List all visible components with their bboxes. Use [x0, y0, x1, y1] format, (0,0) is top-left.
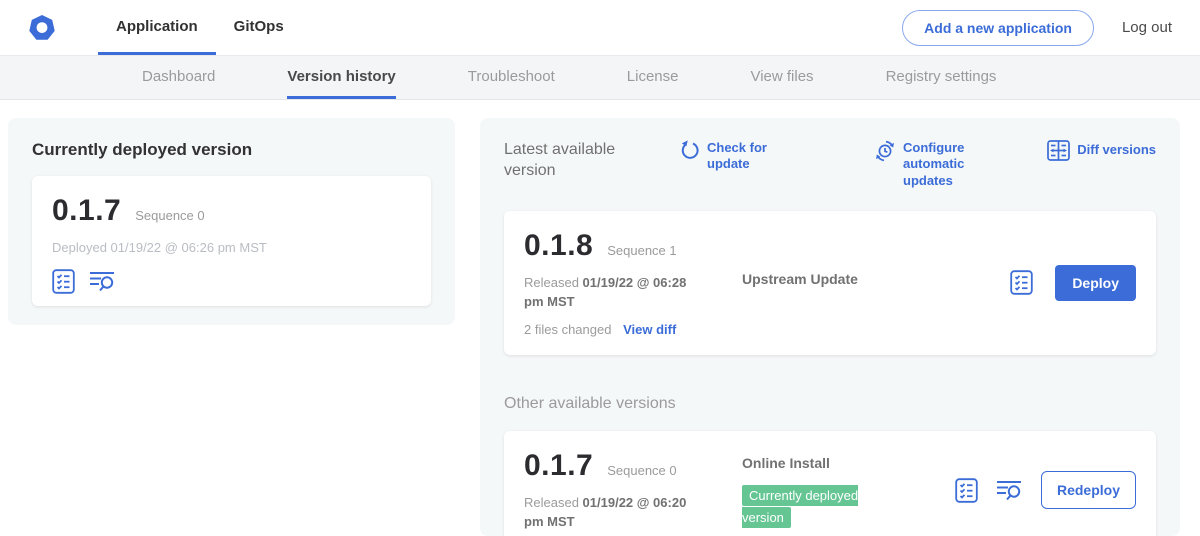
header-tabs: Application GitOps: [98, 0, 302, 55]
released-prefix: Released: [524, 495, 583, 510]
deploy-button[interactable]: Deploy: [1055, 265, 1136, 301]
subnav-item-registry-settings[interactable]: Registry settings: [886, 56, 997, 99]
heptagon-logo-icon: [28, 14, 56, 42]
other-versions-heading: Other available versions: [504, 395, 1156, 413]
preflight-checks-icon[interactable]: [955, 478, 978, 503]
deploy-logs-icon[interactable]: [996, 478, 1023, 502]
currently-deployed-badge-wrap: Currently deployed version: [742, 485, 892, 529]
updates-panel-title: Latest available version: [504, 140, 632, 182]
subnav-item-troubleshoot[interactable]: Troubleshoot: [468, 56, 555, 99]
header-right: Add a new application Log out: [902, 0, 1200, 55]
deployed-timestamp: Deployed 01/19/22 @ 06:26 pm MST: [52, 240, 411, 255]
available-updates-panel: Latest available version Check for updat…: [480, 118, 1180, 536]
released-prefix: Released: [524, 275, 583, 290]
configure-automatic-updates-label: Configure automatic updates: [903, 140, 1008, 189]
subnav-item-version-history[interactable]: Version history: [287, 56, 395, 99]
other-version-card: 0.1.7 Sequence 0 Released 01/19/22 @ 06:…: [504, 431, 1156, 536]
preflight-checks-icon[interactable]: [52, 269, 75, 294]
other-sequence-label: Sequence 0: [607, 463, 676, 478]
tab-gitops[interactable]: GitOps: [216, 0, 302, 55]
deployed-panel-title: Currently deployed version: [32, 140, 431, 160]
deployed-version-card: 0.1.7 Sequence 0 Deployed 01/19/22 @ 06:…: [32, 176, 431, 306]
redeploy-button[interactable]: Redeploy: [1041, 471, 1136, 509]
latest-released-timestamp: Released 01/19/22 @ 06:28 pm MST: [524, 273, 696, 312]
deploy-logs-icon[interactable]: [89, 269, 116, 294]
updates-panel-header: Latest available version Check for updat…: [504, 140, 1156, 189]
latest-sequence-label: Sequence 1: [607, 243, 676, 258]
check-for-update-label: Check for update: [707, 140, 812, 173]
auto-update-clock-icon: [874, 140, 896, 189]
other-released-timestamp: Released 01/19/22 @ 06:20 pm MST: [524, 493, 696, 532]
deployed-version-number: 0.1.7: [52, 194, 121, 228]
configure-automatic-updates-action[interactable]: Configure automatic updates: [874, 140, 1008, 189]
latest-version-number: 0.1.8: [524, 229, 593, 263]
diff-versions-icon: [1047, 140, 1070, 161]
top-header: Application GitOps Add a new application…: [0, 0, 1200, 56]
latest-version-card: 0.1.8 Sequence 1 Released 01/19/22 @ 06:…: [504, 211, 1156, 355]
main-content: Currently deployed version 0.1.7 Sequenc…: [0, 100, 1200, 536]
view-diff-link[interactable]: View diff: [623, 322, 676, 337]
subnav-item-view-files[interactable]: View files: [750, 56, 813, 99]
refresh-icon: [680, 140, 700, 173]
preflight-checks-icon[interactable]: [1010, 270, 1033, 295]
diff-versions-label: Diff versions: [1077, 142, 1156, 158]
app-logo[interactable]: [28, 0, 56, 55]
check-for-update-action[interactable]: Check for update: [680, 140, 812, 173]
tab-gitops-label: GitOps: [234, 18, 284, 35]
currently-deployed-badge: Currently deployed version: [742, 485, 858, 528]
app-subnav: Dashboard Version history Troubleshoot L…: [0, 56, 1200, 100]
tab-application[interactable]: Application: [98, 0, 216, 55]
other-version-number: 0.1.7: [524, 449, 593, 483]
files-changed-row: 2 files changed View diff: [524, 322, 742, 337]
deployed-sequence-label: Sequence 0: [135, 208, 204, 223]
diff-versions-action[interactable]: Diff versions: [1047, 140, 1156, 161]
tab-application-label: Application: [116, 18, 198, 35]
subnav-item-license[interactable]: License: [627, 56, 679, 99]
other-source-label: Online Install: [742, 455, 932, 471]
files-changed-label: 2 files changed: [524, 322, 611, 337]
logout-link[interactable]: Log out: [1122, 19, 1172, 36]
add-application-button[interactable]: Add a new application: [902, 10, 1094, 46]
latest-source-label: Upstream Update: [742, 271, 932, 287]
currently-deployed-panel: Currently deployed version 0.1.7 Sequenc…: [8, 118, 455, 325]
subnav-item-dashboard[interactable]: Dashboard: [142, 56, 215, 99]
